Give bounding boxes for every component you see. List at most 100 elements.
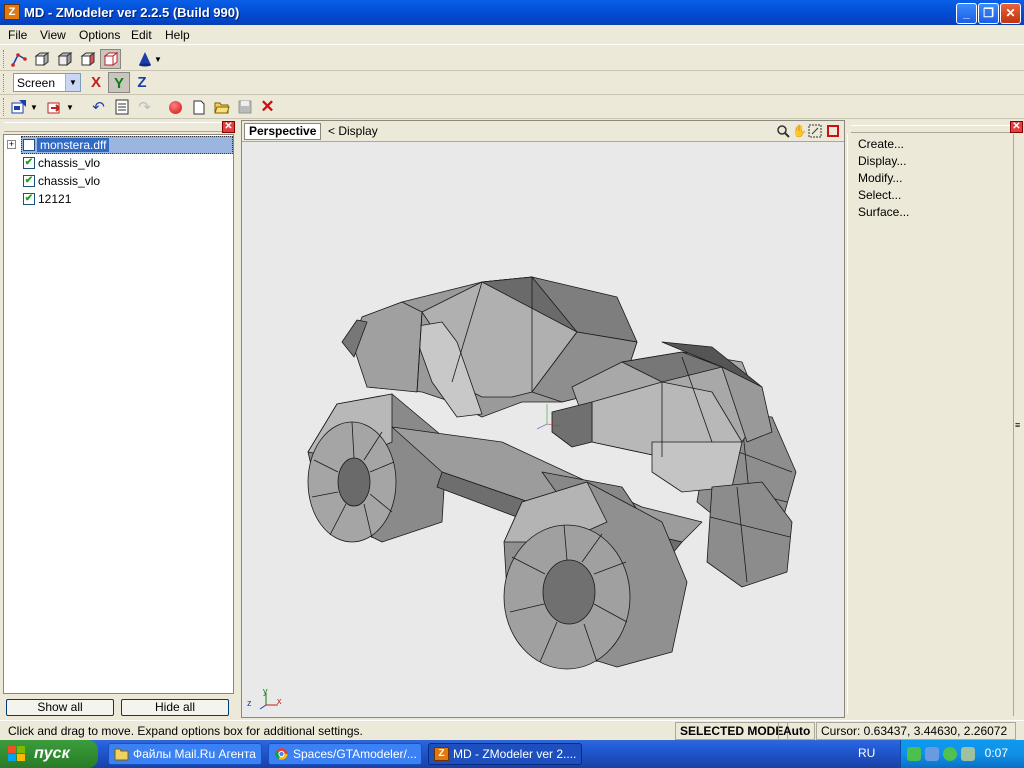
viewport-display-options[interactable]: < Display [328, 124, 378, 138]
group-mode-button[interactable] [77, 49, 98, 69]
application-window: Z MD - ZModeler ver 2.2.5 (Build 990) _ … [0, 0, 1024, 740]
save-button[interactable] [234, 97, 255, 117]
menu-file[interactable]: File [8, 28, 27, 42]
axis-z-toggle[interactable]: Z [131, 72, 153, 93]
axis-x-toggle[interactable]: X [85, 72, 107, 93]
command-surface[interactable]: Surface... [858, 205, 909, 219]
open-file-button[interactable] [211, 97, 232, 117]
undo-button[interactable]: ↶ [88, 97, 109, 117]
object-tree: + monstera.dff ✔ chassis_vlo ✔ chassis_v… [3, 134, 234, 694]
tree-item-chassis-vlo-2[interactable]: ✔ chassis_vlo [4, 172, 233, 190]
command-modify[interactable]: Modify... [858, 171, 902, 185]
export-button[interactable] [44, 97, 65, 117]
import-dropdown[interactable]: ▼ [28, 97, 40, 117]
cube-red-icon [80, 52, 95, 66]
folder-open-icon [213, 102, 230, 114]
axis-y-toggle[interactable]: Y [108, 72, 130, 93]
menu-help[interactable]: Help [165, 28, 190, 42]
close-button[interactable]: ✕ [1000, 3, 1021, 24]
window-title: MD - ZModeler ver 2.2.5 (Build 990) [24, 5, 240, 20]
title-bar[interactable]: Z MD - ZModeler ver 2.2.5 (Build 990) _ … [0, 0, 1024, 25]
folder-icon [114, 748, 129, 761]
tree-item-checkbox[interactable]: ✔ [23, 157, 35, 169]
taskbar-item-label: Spaces/GTAmodeler/... [293, 747, 417, 761]
pan-hand-icon[interactable]: ✋ [792, 124, 807, 138]
monster-truck-model[interactable] [242, 142, 844, 717]
new-file-icon [193, 100, 204, 114]
tree-item-chassis-vlo-1[interactable]: ✔ chassis_vlo [4, 154, 233, 172]
maximize-button[interactable]: ❐ [978, 3, 999, 24]
taskbar-item-chrome[interactable]: Spaces/GTAmodeler/... [268, 743, 422, 765]
language-indicator[interactable]: RU [858, 746, 875, 760]
shading-dropdown[interactable]: ▼ [152, 49, 164, 69]
selection-toolbar: ▼ [0, 47, 1024, 71]
hide-all-button[interactable]: Hide all [121, 699, 229, 716]
status-mode[interactable]: SELECTED MODE [675, 722, 789, 740]
vertex-mode-button[interactable] [8, 49, 29, 69]
taskbar-item-folder[interactable]: Файлы Mail.Ru Агента [108, 743, 262, 765]
messenger-icon[interactable] [943, 747, 957, 761]
zoom-icon[interactable] [776, 124, 790, 138]
tree-item-monstera[interactable]: + monstera.dff [4, 136, 233, 154]
dropdown-arrow-icon: ▼ [30, 102, 38, 112]
status-cursor: Cursor: 0.63437, 3.44630, 2.26072 [816, 722, 1016, 740]
panel-header[interactable] [851, 125, 1011, 133]
status-auto[interactable]: Auto [778, 722, 816, 740]
viewport-view-tab[interactable]: Perspective [244, 123, 322, 140]
start-button[interactable]: пуск [0, 740, 98, 768]
status-bar: Click and drag to move. Expand options b… [0, 720, 1024, 740]
toolbar-grip[interactable] [3, 98, 6, 116]
tree-item-checkbox[interactable]: ✔ [23, 193, 35, 205]
selected-mode-button[interactable] [100, 49, 121, 69]
import-button[interactable] [8, 97, 29, 117]
record-icon [169, 100, 182, 114]
windows-taskbar: пуск Файлы Mail.Ru Агента Spaces/GTAmode… [0, 740, 1024, 768]
tree-item-12121[interactable]: ✔ 12121 [4, 190, 233, 208]
start-label: пуск [34, 745, 70, 762]
zmodeler-app-icon[interactable]: Z [4, 4, 20, 20]
close-panel-icon[interactable]: ✕ [1010, 121, 1023, 133]
redo-button[interactable]: ↷ [134, 97, 155, 117]
close-icon: ✕ [1005, 6, 1016, 20]
coordinate-space-value: Screen [17, 76, 56, 90]
tree-item-checkbox[interactable] [23, 139, 35, 151]
coordinate-space-select[interactable]: Screen ▼ [13, 73, 81, 92]
menu-edit[interactable]: Edit [131, 28, 152, 42]
volume-icon[interactable] [961, 747, 975, 761]
toolbar-grip[interactable] [3, 74, 6, 92]
commands-panel-splitter[interactable]: ≡ [1013, 134, 1024, 716]
new-file-button[interactable] [188, 97, 209, 117]
undo-list-button[interactable] [111, 97, 132, 117]
tree-item-label: monstera.dff [37, 138, 110, 152]
agent-icon[interactable] [907, 747, 921, 761]
3d-scene[interactable]: y z x [242, 142, 844, 717]
tree-item-checkbox[interactable]: ✔ [23, 175, 35, 187]
record-button[interactable] [165, 97, 186, 117]
command-create[interactable]: Create... [858, 137, 904, 151]
tree-item-label: chassis_vlo [38, 156, 101, 170]
minimize-button[interactable]: _ [956, 3, 977, 24]
menu-view[interactable]: View [40, 28, 66, 42]
face-mode-button[interactable] [31, 49, 52, 69]
zoom-extents-icon[interactable] [808, 124, 822, 138]
object-mode-button[interactable] [54, 49, 75, 69]
view-axis-y-label: y [263, 686, 268, 696]
network-icon[interactable] [925, 747, 939, 761]
dropdown-arrow-icon: ▼ [154, 54, 162, 64]
close-panel-icon[interactable]: ✕ [222, 121, 235, 133]
front-left-wheel [503, 481, 688, 670]
toolbar-grip[interactable] [3, 50, 6, 68]
command-select[interactable]: Select... [858, 188, 901, 202]
panel-header[interactable] [4, 122, 234, 132]
show-all-button[interactable]: Show all [6, 699, 114, 716]
menu-options[interactable]: Options [79, 28, 120, 42]
export-dropdown[interactable]: ▼ [64, 97, 76, 117]
expand-icon[interactable]: + [7, 140, 16, 149]
command-display[interactable]: Display... [858, 154, 906, 168]
delete-button[interactable]: ✕ [257, 97, 278, 117]
maximize-viewport-icon[interactable] [826, 124, 840, 138]
clock[interactable]: 0:07 [985, 746, 1008, 760]
status-message: Click and drag to move. Expand options b… [8, 724, 363, 738]
taskbar-item-zmodeler[interactable]: Z MD - ZModeler ver 2.... [428, 743, 582, 765]
redo-icon: ↷ [138, 99, 151, 116]
